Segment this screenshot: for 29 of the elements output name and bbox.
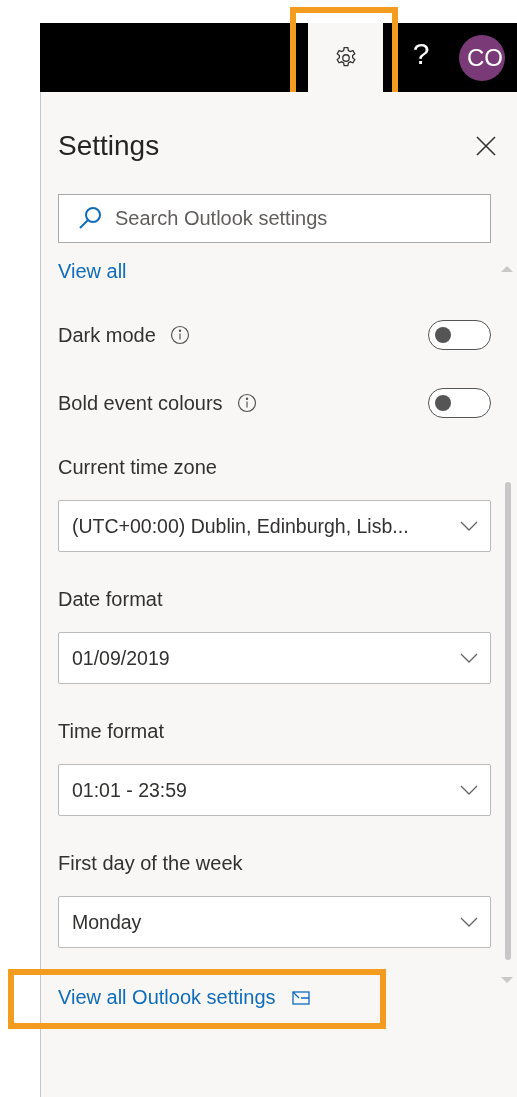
chevron-down-icon: [460, 917, 478, 927]
chevron-down-icon: [460, 653, 478, 663]
dropdown[interactable]: Monday: [58, 896, 491, 948]
info-icon[interactable]: [236, 393, 257, 413]
toggle-label: Bold event colours: [58, 391, 223, 415]
panel-title: Settings: [58, 130, 160, 162]
scrollbar-thumb[interactable]: [505, 482, 511, 960]
field-label: Date format: [58, 588, 164, 612]
dropdown[interactable]: 01/09/2019: [58, 632, 491, 684]
dropdown[interactable]: 01:01 - 23:59: [58, 764, 491, 816]
field-label: Current time zone: [58, 456, 218, 480]
view-all-link[interactable]: View all: [58, 260, 127, 283]
field-label: Time format: [58, 720, 165, 744]
toggle-label: Dark mode: [58, 323, 156, 347]
help-button[interactable]: ?: [383, 23, 459, 92]
search-field[interactable]: Search Outlook settings: [58, 194, 491, 243]
close-icon[interactable]: [476, 136, 496, 156]
settings-button[interactable]: [308, 23, 383, 92]
toggle-switch[interactable]: [428, 388, 491, 418]
view-all-settings-link[interactable]: View all Outlook settings: [58, 986, 276, 1009]
chevron-down-icon: [460, 521, 478, 531]
chevron-down-icon: [460, 785, 478, 795]
search-icon: [78, 205, 104, 231]
avatar[interactable]: CO: [459, 35, 505, 81]
dropdown[interactable]: (UTC+00:00) Dublin, Edinburgh, Lisb...: [58, 500, 491, 552]
toggle-switch[interactable]: [428, 320, 491, 350]
open-window-icon: [291, 990, 310, 1005]
field-label: First day of the week: [58, 852, 244, 876]
info-icon[interactable]: [169, 325, 190, 345]
